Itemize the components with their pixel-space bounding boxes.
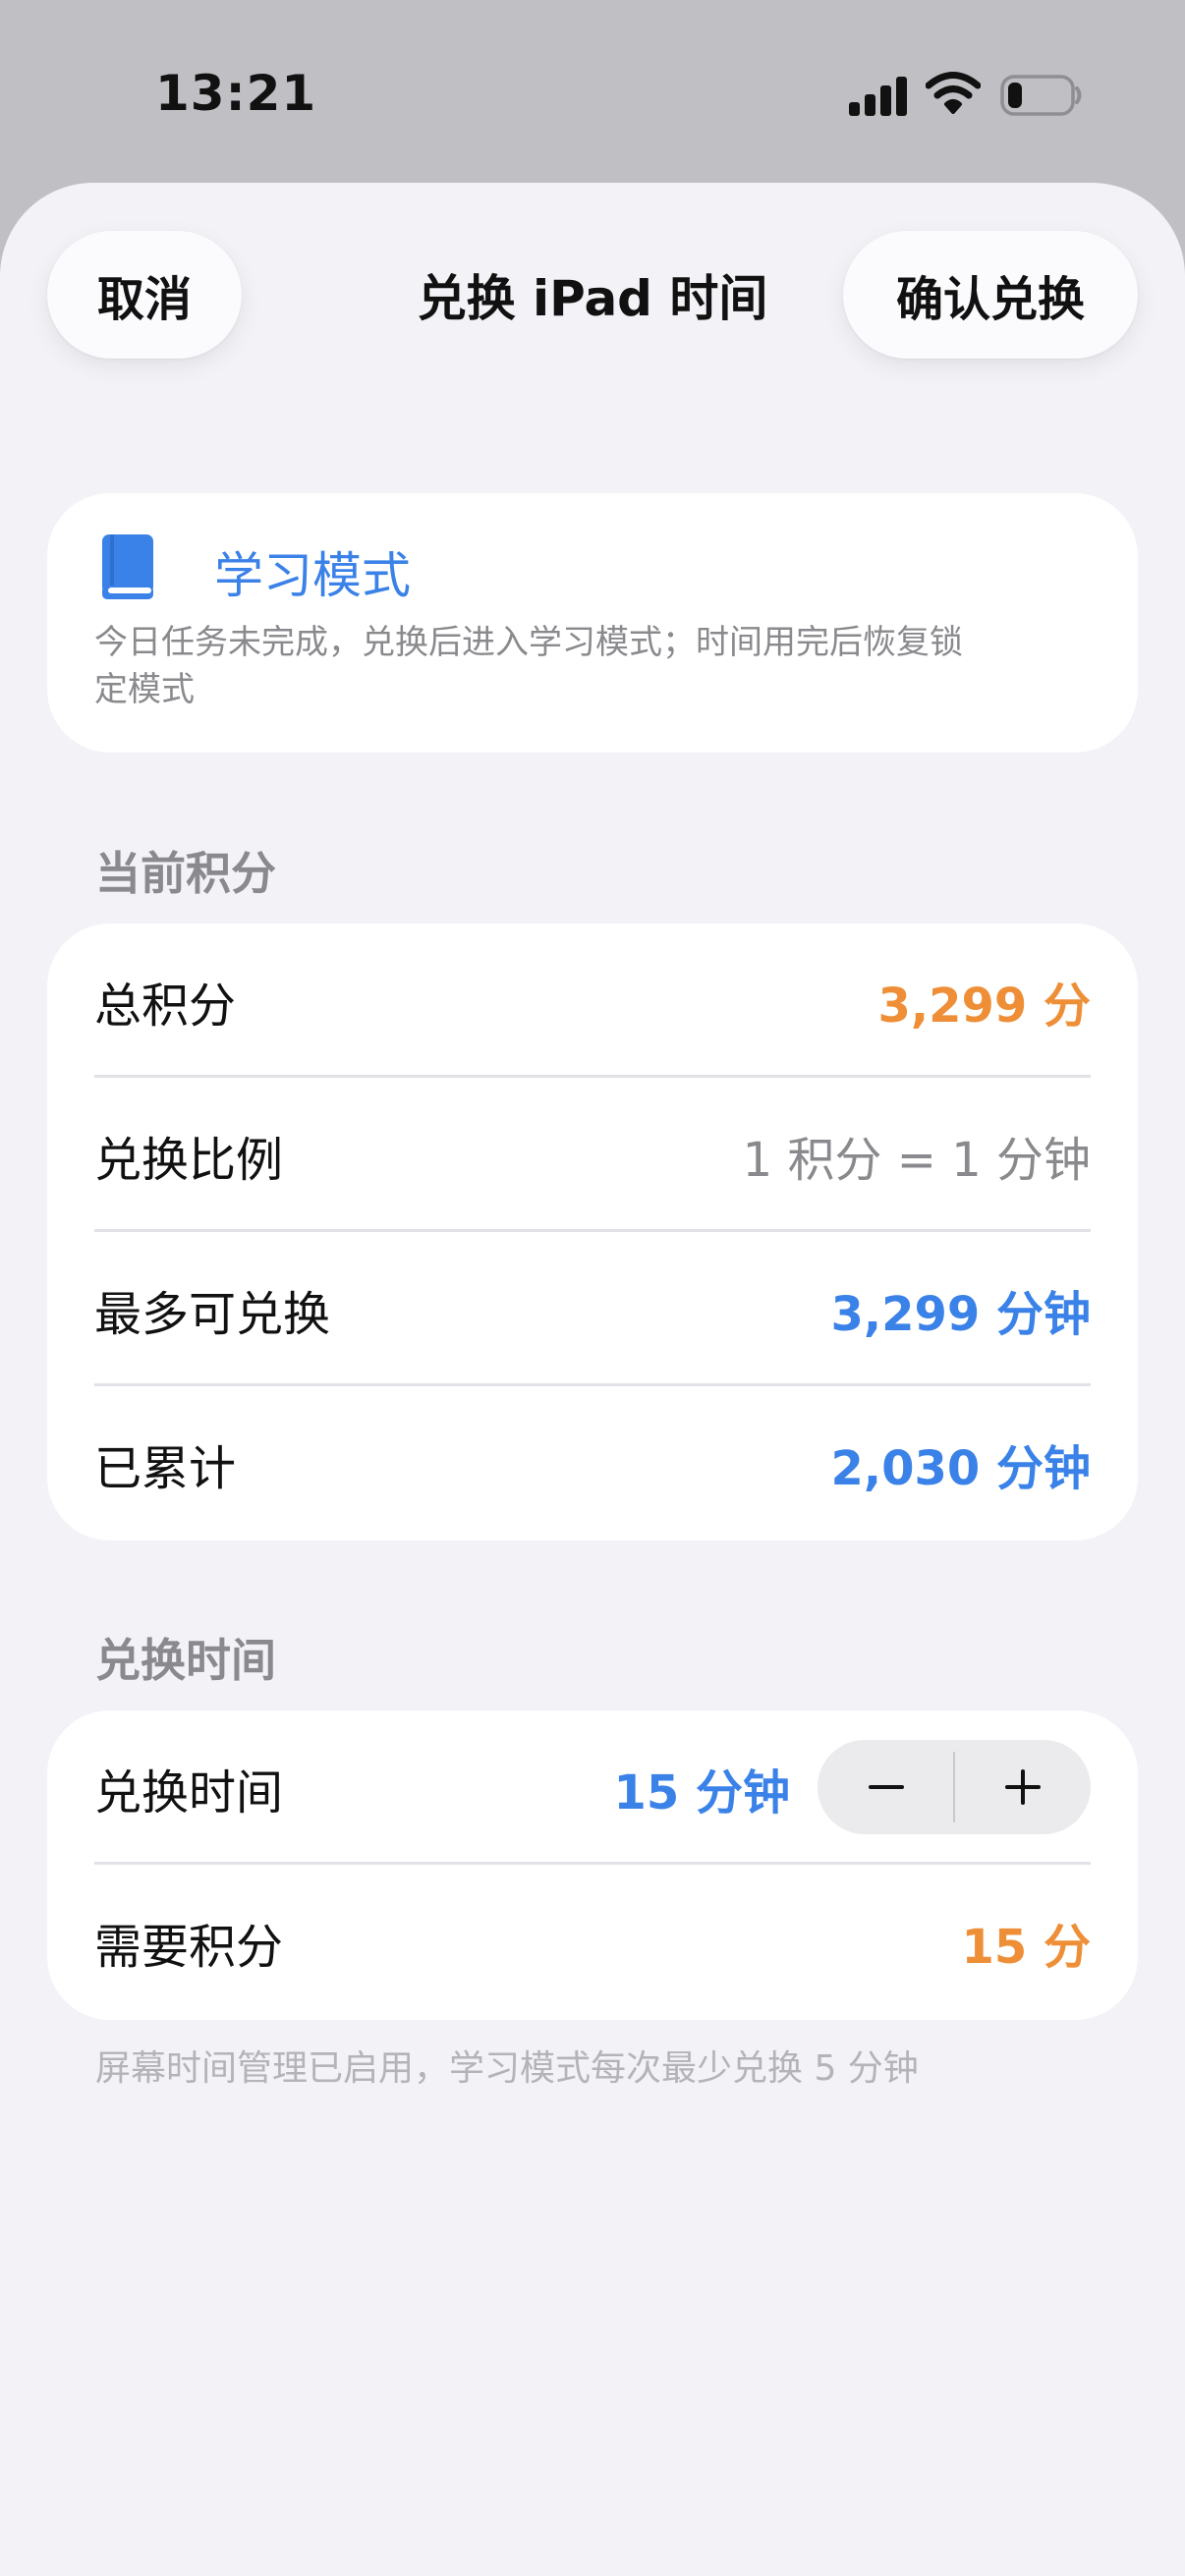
cancel-button[interactable]: 取消 <box>47 231 242 359</box>
wifi-icon <box>926 72 981 114</box>
status-bar: 13:21 <box>0 0 1185 187</box>
cellular-signal-icon <box>849 73 908 116</box>
accumulated-row: 已累计 2,030 分钟 <box>94 1386 1091 1540</box>
required-points-value: 15 分 <box>961 1919 1091 1975</box>
exchange-sheet: 取消 兑换 iPad 时间 确认兑换 学习模式 今日任务未完成，兑换后进入学习模… <box>0 183 1185 2576</box>
row-label: 总积分 <box>94 978 237 1034</box>
exchange-card: 兑换时间 15 分钟 需要积分 15 分 <box>47 1710 1138 2020</box>
battery-low-icon <box>1000 75 1082 116</box>
mode-description: 今日任务未完成，兑换后进入学习模式；时间用完后恢复锁定模式 <box>94 623 963 709</box>
max-exchange-row: 最多可兑换 3,299 分钟 <box>94 1232 1091 1386</box>
row-label: 已累计 <box>94 1440 237 1496</box>
total-points-value: 3,299 分 <box>877 978 1091 1034</box>
points-card: 总积分 3,299 分 兑换比例 1 积分 = 1 分钟 最多可兑换 3,299… <box>47 924 1138 1540</box>
exchange-section-header: 兑换时间 <box>95 1634 276 1687</box>
plus-icon <box>1004 1769 1041 1805</box>
confirm-exchange-button[interactable]: 确认兑换 <box>843 231 1138 359</box>
footnote: 屏幕时间管理已启用，学习模式每次最少兑换 5 分钟 <box>95 2048 919 2089</box>
time-stepper[interactable] <box>818 1740 1091 1834</box>
sheet-title: 兑换 iPad 时间 <box>417 270 768 327</box>
exchange-ratio-value: 1 积分 = 1 分钟 <box>742 1132 1091 1188</box>
total-points-row: 总积分 3,299 分 <box>94 924 1091 1078</box>
exchange-ratio-row: 兑换比例 1 积分 = 1 分钟 <box>94 1078 1091 1232</box>
exchange-time-row: 兑换时间 15 分钟 <box>94 1710 1091 1865</box>
minus-icon <box>868 1785 904 1789</box>
accumulated-value: 2,030 分钟 <box>830 1440 1091 1496</box>
row-label: 最多可兑换 <box>94 1286 331 1342</box>
book-icon <box>102 534 153 599</box>
max-exchange-value: 3,299 分钟 <box>830 1286 1091 1342</box>
mode-title: 学习模式 <box>214 547 411 604</box>
points-section-header: 当前积分 <box>95 847 276 900</box>
status-time: 13:21 <box>155 65 317 122</box>
study-mode-card: 学习模式 今日任务未完成，兑换后进入学习模式；时间用完后恢复锁定模式 <box>47 493 1138 753</box>
row-label: 需要积分 <box>94 1919 284 1975</box>
exchange-time-value: 15 分钟 <box>613 1764 790 1820</box>
row-label: 兑换比例 <box>94 1132 284 1188</box>
required-points-row: 需要积分 15 分 <box>94 1865 1091 2019</box>
increment-button[interactable] <box>954 1740 1091 1834</box>
row-label: 兑换时间 <box>94 1764 284 1820</box>
decrement-button[interactable] <box>818 1740 954 1834</box>
